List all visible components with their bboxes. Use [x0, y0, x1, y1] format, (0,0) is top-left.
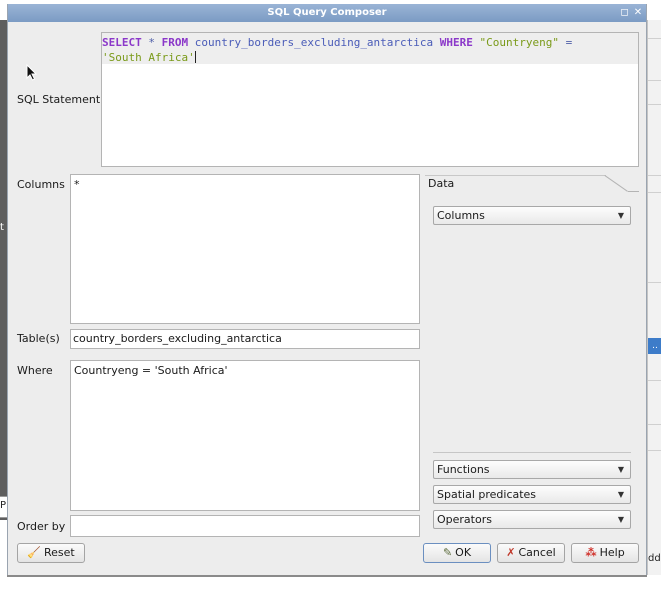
- columns-combo[interactable]: Columns ▼: [433, 206, 631, 225]
- spatial-predicates-combo-label: Spatial predicates: [437, 488, 537, 501]
- sql-operator: =: [565, 36, 573, 49]
- chevron-down-icon: ▼: [617, 515, 624, 524]
- chevron-down-icon: ▼: [617, 465, 624, 474]
- sql-value: 'South Africa': [102, 51, 195, 64]
- background-row-divider: [648, 38, 661, 39]
- operators-combo[interactable]: Operators ▼: [433, 510, 631, 529]
- window-controls: ◻ ✕: [620, 4, 643, 22]
- columns-value: *: [74, 178, 80, 191]
- mouse-pointer-icon: [26, 64, 38, 81]
- help-button[interactable]: ⁂ Help: [571, 543, 639, 563]
- reset-button-label: Reset: [43, 546, 75, 559]
- ok-button[interactable]: ✎ OK: [423, 543, 491, 563]
- background-row-divider: [648, 282, 661, 283]
- tables-label: Table(s): [17, 332, 60, 345]
- chevron-down-icon: ▼: [617, 490, 624, 499]
- background-row-divider: [648, 104, 661, 105]
- background-row-divider: [648, 80, 661, 81]
- help-icon: ⁂: [585, 546, 597, 559]
- window-title: SQL Query Composer: [267, 7, 387, 18]
- background-row-divider: [648, 175, 661, 176]
- title-bar[interactable]: SQL Query Composer ◻ ✕: [8, 4, 646, 22]
- background-row-divider: [648, 380, 661, 381]
- tab-base-border: [628, 191, 639, 192]
- background-bottom-edge: [7, 575, 647, 577]
- sql-statement-label: SQL Statement: [17, 93, 101, 106]
- help-button-label: Help: [599, 546, 625, 559]
- columns-field[interactable]: *: [70, 174, 420, 324]
- where-field[interactable]: Countryeng = 'South Africa': [70, 360, 420, 511]
- functions-combo[interactable]: Functions ▼: [433, 460, 631, 479]
- ok-button-label: OK: [455, 546, 472, 559]
- reset-button[interactable]: 🧹 Reset: [17, 543, 85, 563]
- operators-combo-label: Operators: [437, 513, 492, 526]
- background-panel-right: .. dd: [647, 20, 661, 575]
- where-value: Countryeng = 'South Africa': [74, 364, 228, 377]
- background-text-left-2: P: [0, 500, 7, 511]
- background-panel-left: [0, 20, 7, 520]
- sql-statement-editor[interactable]: SELECT * FROM country_borders_excluding_…: [101, 32, 639, 167]
- sql-query-composer-dialog: SQL Query Composer ◻ ✕ SQL Statement SEL…: [7, 4, 647, 575]
- tab-slant-border: [604, 175, 628, 192]
- spatial-predicates-combo[interactable]: Spatial predicates ▼: [433, 485, 631, 504]
- tables-value: country_borders_excluding_antarctica: [73, 332, 282, 345]
- cancel-button[interactable]: ✗ Cancel: [497, 543, 565, 563]
- background-selected-row: ..: [648, 338, 661, 354]
- sql-field-name: "Countryeng": [479, 36, 560, 49]
- data-tab-bar: Data: [425, 174, 639, 198]
- tab-top-border: [425, 175, 606, 176]
- sql-star: *: [148, 36, 155, 49]
- sql-keyword-from: FROM: [161, 36, 189, 49]
- chevron-down-icon: ▼: [617, 211, 624, 220]
- maximize-icon[interactable]: ◻: [620, 4, 630, 22]
- columns-combo-label: Columns: [437, 209, 485, 222]
- tab-data[interactable]: Data: [428, 177, 454, 190]
- columns-label: Columns: [17, 178, 65, 191]
- order-by-label: Order by: [17, 520, 66, 533]
- order-by-field[interactable]: [70, 515, 420, 537]
- text-caret: [194, 51, 196, 63]
- functions-combo-label: Functions: [437, 463, 490, 476]
- cancel-button-label: Cancel: [518, 546, 556, 559]
- sql-keyword-select: SELECT: [102, 36, 142, 49]
- broom-icon: 🧹: [27, 546, 41, 559]
- background-row-divider: [648, 450, 661, 451]
- close-icon[interactable]: ✕: [633, 4, 643, 22]
- sql-table-name: country_borders_excluding_antarctica: [194, 36, 434, 49]
- cancel-icon: ✗: [506, 546, 516, 559]
- tables-field[interactable]: country_borders_excluding_antarctica: [70, 329, 420, 349]
- sql-keyword-where: WHERE: [439, 36, 473, 49]
- background-row-divider: [648, 192, 661, 193]
- background-text-right: dd: [648, 553, 661, 564]
- sql-statement-text: SELECT * FROM country_borders_excluding_…: [102, 35, 622, 65]
- apply-icon: ✎: [442, 546, 453, 559]
- background-row-divider: [648, 424, 661, 425]
- panel-separator: [433, 452, 631, 453]
- background-text-left: t: [0, 222, 4, 233]
- where-label: Where: [17, 364, 53, 377]
